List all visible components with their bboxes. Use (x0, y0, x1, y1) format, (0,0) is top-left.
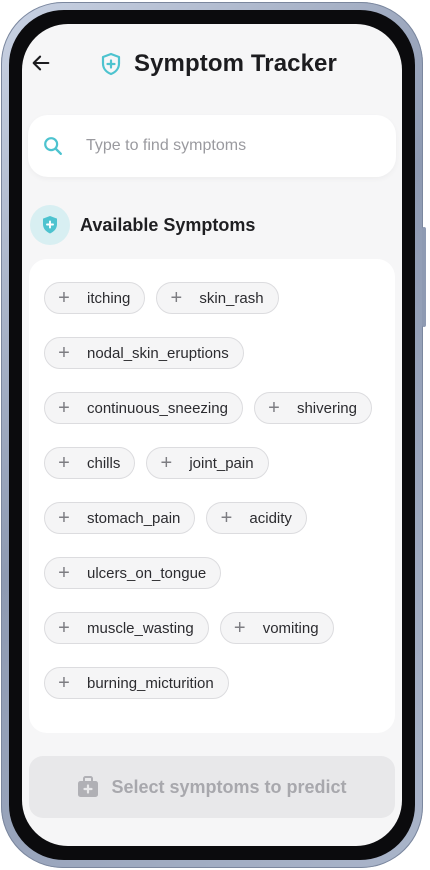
symptom-chip-label: itching (87, 289, 131, 307)
plus-icon: + (170, 287, 183, 309)
symptom-chip[interactable]: + itching (44, 282, 146, 314)
symptom-chip[interactable]: + ulcers_on_tongue (44, 557, 222, 589)
plus-icon: + (58, 397, 70, 419)
symptom-chip-label: joint_pain (189, 454, 254, 472)
symptom-chip[interactable]: + continuous_sneezing (44, 392, 243, 424)
symptom-chip-label: nodal_skin_eruptions (87, 344, 229, 362)
arrow-left-icon[interactable] (30, 52, 52, 74)
section-badge (30, 205, 70, 245)
symptom-chip-label: vomiting (262, 619, 319, 637)
symptom-chip[interactable]: + chills (44, 447, 136, 479)
predict-button-label: Select symptoms to predict (111, 776, 347, 797)
plus-icon: + (58, 562, 70, 584)
plus-icon: + (58, 672, 70, 694)
symptom-chip[interactable]: + muscle_wasting (44, 612, 209, 644)
symptom-chip-label: chills (87, 454, 121, 472)
symptom-chip[interactable]: + burning_micturition (44, 667, 229, 699)
symptom-chip-label: acidity (249, 509, 292, 527)
medical-kit-icon (78, 776, 99, 797)
symptom-chip[interactable]: + nodal_skin_eruptions (44, 337, 244, 369)
symptom-chip-label: burning_micturition (87, 674, 214, 692)
section-header: Available Symptoms (30, 205, 255, 245)
plus-icon: + (160, 452, 173, 474)
plus-icon: + (58, 342, 70, 364)
symptom-chip[interactable]: + acidity (206, 502, 307, 534)
plus-icon: + (58, 617, 70, 639)
page-title: Symptom Tracker (134, 50, 337, 77)
shield-plus-icon (101, 52, 121, 76)
plus-icon: + (58, 452, 70, 474)
plus-icon: + (58, 507, 70, 529)
app-header: Symptom Tracker (22, 24, 402, 108)
plus-icon: + (233, 617, 246, 639)
symptom-chip-label: shivering (296, 399, 357, 417)
header-title-group: Symptom Tracker (100, 48, 337, 80)
side-button (422, 227, 426, 327)
symptom-chip[interactable]: + joint_pain (146, 447, 269, 479)
shield-plus-icon (43, 216, 57, 234)
search-icon (44, 137, 62, 155)
plus-icon: + (58, 287, 70, 309)
symptom-chip[interactable]: + shivering (253, 392, 372, 424)
search-bar[interactable] (28, 115, 396, 177)
plus-icon: + (220, 507, 233, 529)
predict-button[interactable]: Select symptoms to predict (29, 756, 395, 818)
symptom-chip-label: stomach_pain (87, 509, 181, 527)
symptom-chip-list: + itching + skin_rash + nodal_skin_eruptions +… (44, 282, 389, 699)
symptom-chip[interactable]: + vomiting (219, 612, 334, 644)
section-title: Available Symptoms (80, 214, 256, 235)
symptom-card: + itching + skin_rash + nodal_skin_eruptions +… (29, 259, 395, 733)
symptom-chip[interactable]: + skin_rash (156, 282, 279, 314)
app-screen: Symptom Tracker Available Symptoms + itch… (22, 24, 402, 846)
search-input[interactable] (86, 133, 376, 159)
symptom-chip-label: continuous_sneezing (87, 399, 228, 417)
phone-frame: Symptom Tracker Available Symptoms + itch… (1, 2, 426, 868)
symptom-chip-label: muscle_wasting (87, 619, 194, 637)
symptom-chip[interactable]: + stomach_pain (44, 502, 196, 534)
plus-icon: + (268, 397, 280, 419)
symptom-chip-label: ulcers_on_tongue (87, 564, 207, 582)
symptom-chip-label: skin_rash (199, 289, 264, 307)
